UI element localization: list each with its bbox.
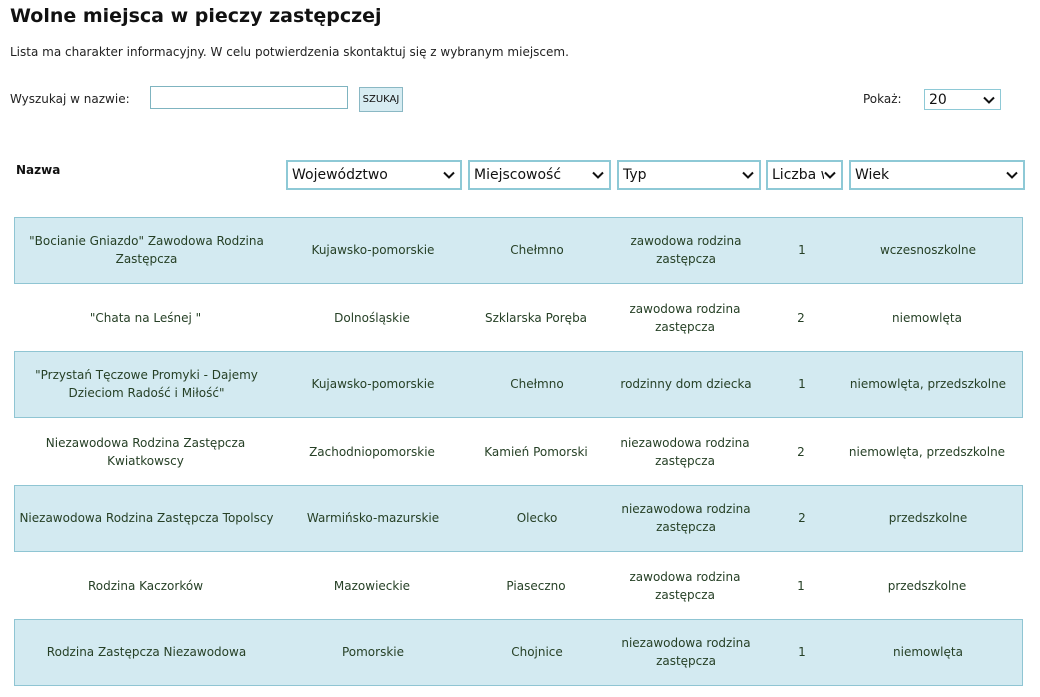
cell-typ: zawodowa rodzina zastępcza bbox=[630, 233, 742, 266]
cell-liczba: 1 bbox=[798, 644, 806, 659]
cell-liczba: 2 bbox=[798, 510, 806, 525]
cell-wojewodztwo: Dolnośląskie bbox=[334, 310, 410, 325]
cell-wojewodztwo: Kujawsko-pomorskie bbox=[311, 242, 435, 257]
table-row[interactable]: "Bocianie Gniazdo" Zawodowa Rodzina Zast… bbox=[14, 217, 1023, 284]
chevron-down-icon bbox=[1006, 171, 1018, 179]
cell-typ: rodzinny dom dziecka bbox=[620, 376, 752, 391]
cell-wiek: wczesnoszkolne bbox=[879, 242, 977, 257]
cell-miejscowosc: Olecko bbox=[516, 510, 558, 525]
cell-typ: zawodowa rodzina zastępcza bbox=[629, 569, 741, 602]
search-button[interactable]: SZUKAJ bbox=[359, 87, 403, 112]
filter-miejscowosc[interactable]: Miejscowość bbox=[468, 160, 611, 190]
cell-wiek: przedszkolne bbox=[888, 510, 968, 525]
table-row[interactable]: Niezawodowa Rodzina Zastępcza Topolscy W… bbox=[14, 485, 1023, 552]
cell-wiek: niemowlęta bbox=[892, 310, 962, 325]
show-count-value: 20 bbox=[929, 91, 947, 108]
cell-wojewodztwo: Pomorskie bbox=[341, 644, 405, 659]
table-row[interactable]: "Chata na Leśnej " Dolnośląskie Szklarsk… bbox=[14, 284, 1023, 351]
page-title: Wolne miejsca w pieczy zastępczej bbox=[10, 5, 382, 27]
cell-name: Rodzina Kaczorków bbox=[87, 578, 204, 593]
show-count-select[interactable]: 20 bbox=[924, 89, 1001, 110]
chevron-down-icon bbox=[983, 95, 995, 104]
chevron-down-icon bbox=[443, 171, 455, 179]
cell-typ: niezawodowa rodzina zastępcza bbox=[621, 501, 751, 534]
cell-typ: niezawodowa rodzina zastępcza bbox=[621, 635, 751, 668]
filter-typ[interactable]: Typ bbox=[617, 160, 761, 190]
cell-wojewodztwo: Mazowieckie bbox=[333, 578, 411, 593]
cell-name: Niezawodowa Rodzina Zastępcza Topolscy bbox=[19, 510, 274, 525]
cell-miejscowosc: Kamień Pomorski bbox=[484, 444, 588, 459]
table-row[interactable]: Rodzina Zastępcza Niezawodowa Pomorskie … bbox=[14, 619, 1023, 686]
column-header-name: Nazwa bbox=[16, 163, 61, 177]
filter-typ-label: Typ bbox=[623, 167, 647, 183]
cell-miejscowosc: Chełmno bbox=[510, 376, 564, 391]
table-row[interactable]: Niezawodowa Rodzina Zastępcza Kwiatkowsc… bbox=[14, 418, 1023, 485]
cell-miejscowosc: Piaseczno bbox=[506, 578, 566, 593]
cell-wojewodztwo: Warmińsko-mazurskie bbox=[306, 510, 440, 525]
cell-wojewodztwo: Zachodniopomorskie bbox=[309, 444, 435, 459]
cell-liczba: 1 bbox=[798, 376, 806, 391]
cell-name: Rodzina Zastępcza Niezawodowa bbox=[46, 644, 247, 659]
filter-miejscowosc-label: Miejscowość bbox=[474, 167, 562, 183]
cell-wiek: niemowlęta, przedszkolne bbox=[849, 376, 1007, 391]
table-row[interactable]: Rodzina Kaczorków Mazowieckie Piaseczno … bbox=[14, 552, 1023, 619]
cell-miejscowosc: Chełmno bbox=[510, 242, 564, 257]
cell-typ: niezawodowa rodzina zastępcza bbox=[620, 435, 750, 468]
cell-name: Niezawodowa Rodzina Zastępcza Kwiatkowsc… bbox=[45, 435, 246, 468]
filter-wojewodztwo-label: Województwo bbox=[292, 167, 388, 183]
info-text: Lista ma charakter informacyjny. W celu … bbox=[10, 45, 569, 59]
chevron-down-icon bbox=[824, 171, 836, 179]
cell-liczba: 2 bbox=[797, 310, 805, 325]
filter-wiek-label: Wiek bbox=[855, 167, 890, 183]
cell-wiek: przedszkolne bbox=[887, 578, 967, 593]
filter-wojewodztwo[interactable]: Województwo bbox=[286, 160, 462, 190]
cell-miejscowosc: Chojnice bbox=[511, 644, 563, 659]
cell-liczba: 2 bbox=[797, 444, 805, 459]
filter-wiek[interactable]: Wiek bbox=[849, 160, 1025, 190]
cell-name: "Przystań Tęczowe Promyki - Dajemy Dziec… bbox=[35, 367, 258, 400]
cell-liczba: 1 bbox=[798, 242, 806, 257]
cell-miejscowosc: Szklarska Poręba bbox=[484, 310, 588, 325]
cell-typ: zawodowa rodzina zastępcza bbox=[629, 301, 741, 334]
cell-wojewodztwo: Kujawsko-pomorskie bbox=[311, 376, 435, 391]
table-row[interactable]: "Przystań Tęczowe Promyki - Dajemy Dziec… bbox=[14, 351, 1023, 418]
chevron-down-icon bbox=[592, 171, 604, 179]
cell-name: "Chata na Leśnej " bbox=[89, 310, 202, 325]
cell-name: "Bocianie Gniazdo" Zawodowa Rodzina Zast… bbox=[29, 233, 264, 266]
show-label: Pokaż: bbox=[863, 92, 902, 106]
search-input[interactable] bbox=[150, 86, 348, 109]
filter-liczba[interactable]: Liczba w bbox=[766, 160, 843, 190]
cell-liczba: 1 bbox=[797, 578, 805, 593]
cell-wiek: niemowlęta, przedszkolne bbox=[848, 444, 1006, 459]
cell-wiek: niemowlęta bbox=[893, 644, 963, 659]
results-table: "Bocianie Gniazdo" Zawodowa Rodzina Zast… bbox=[14, 217, 1023, 686]
search-label: Wyszukaj w nazwie: bbox=[10, 92, 130, 106]
chevron-down-icon bbox=[742, 171, 754, 179]
